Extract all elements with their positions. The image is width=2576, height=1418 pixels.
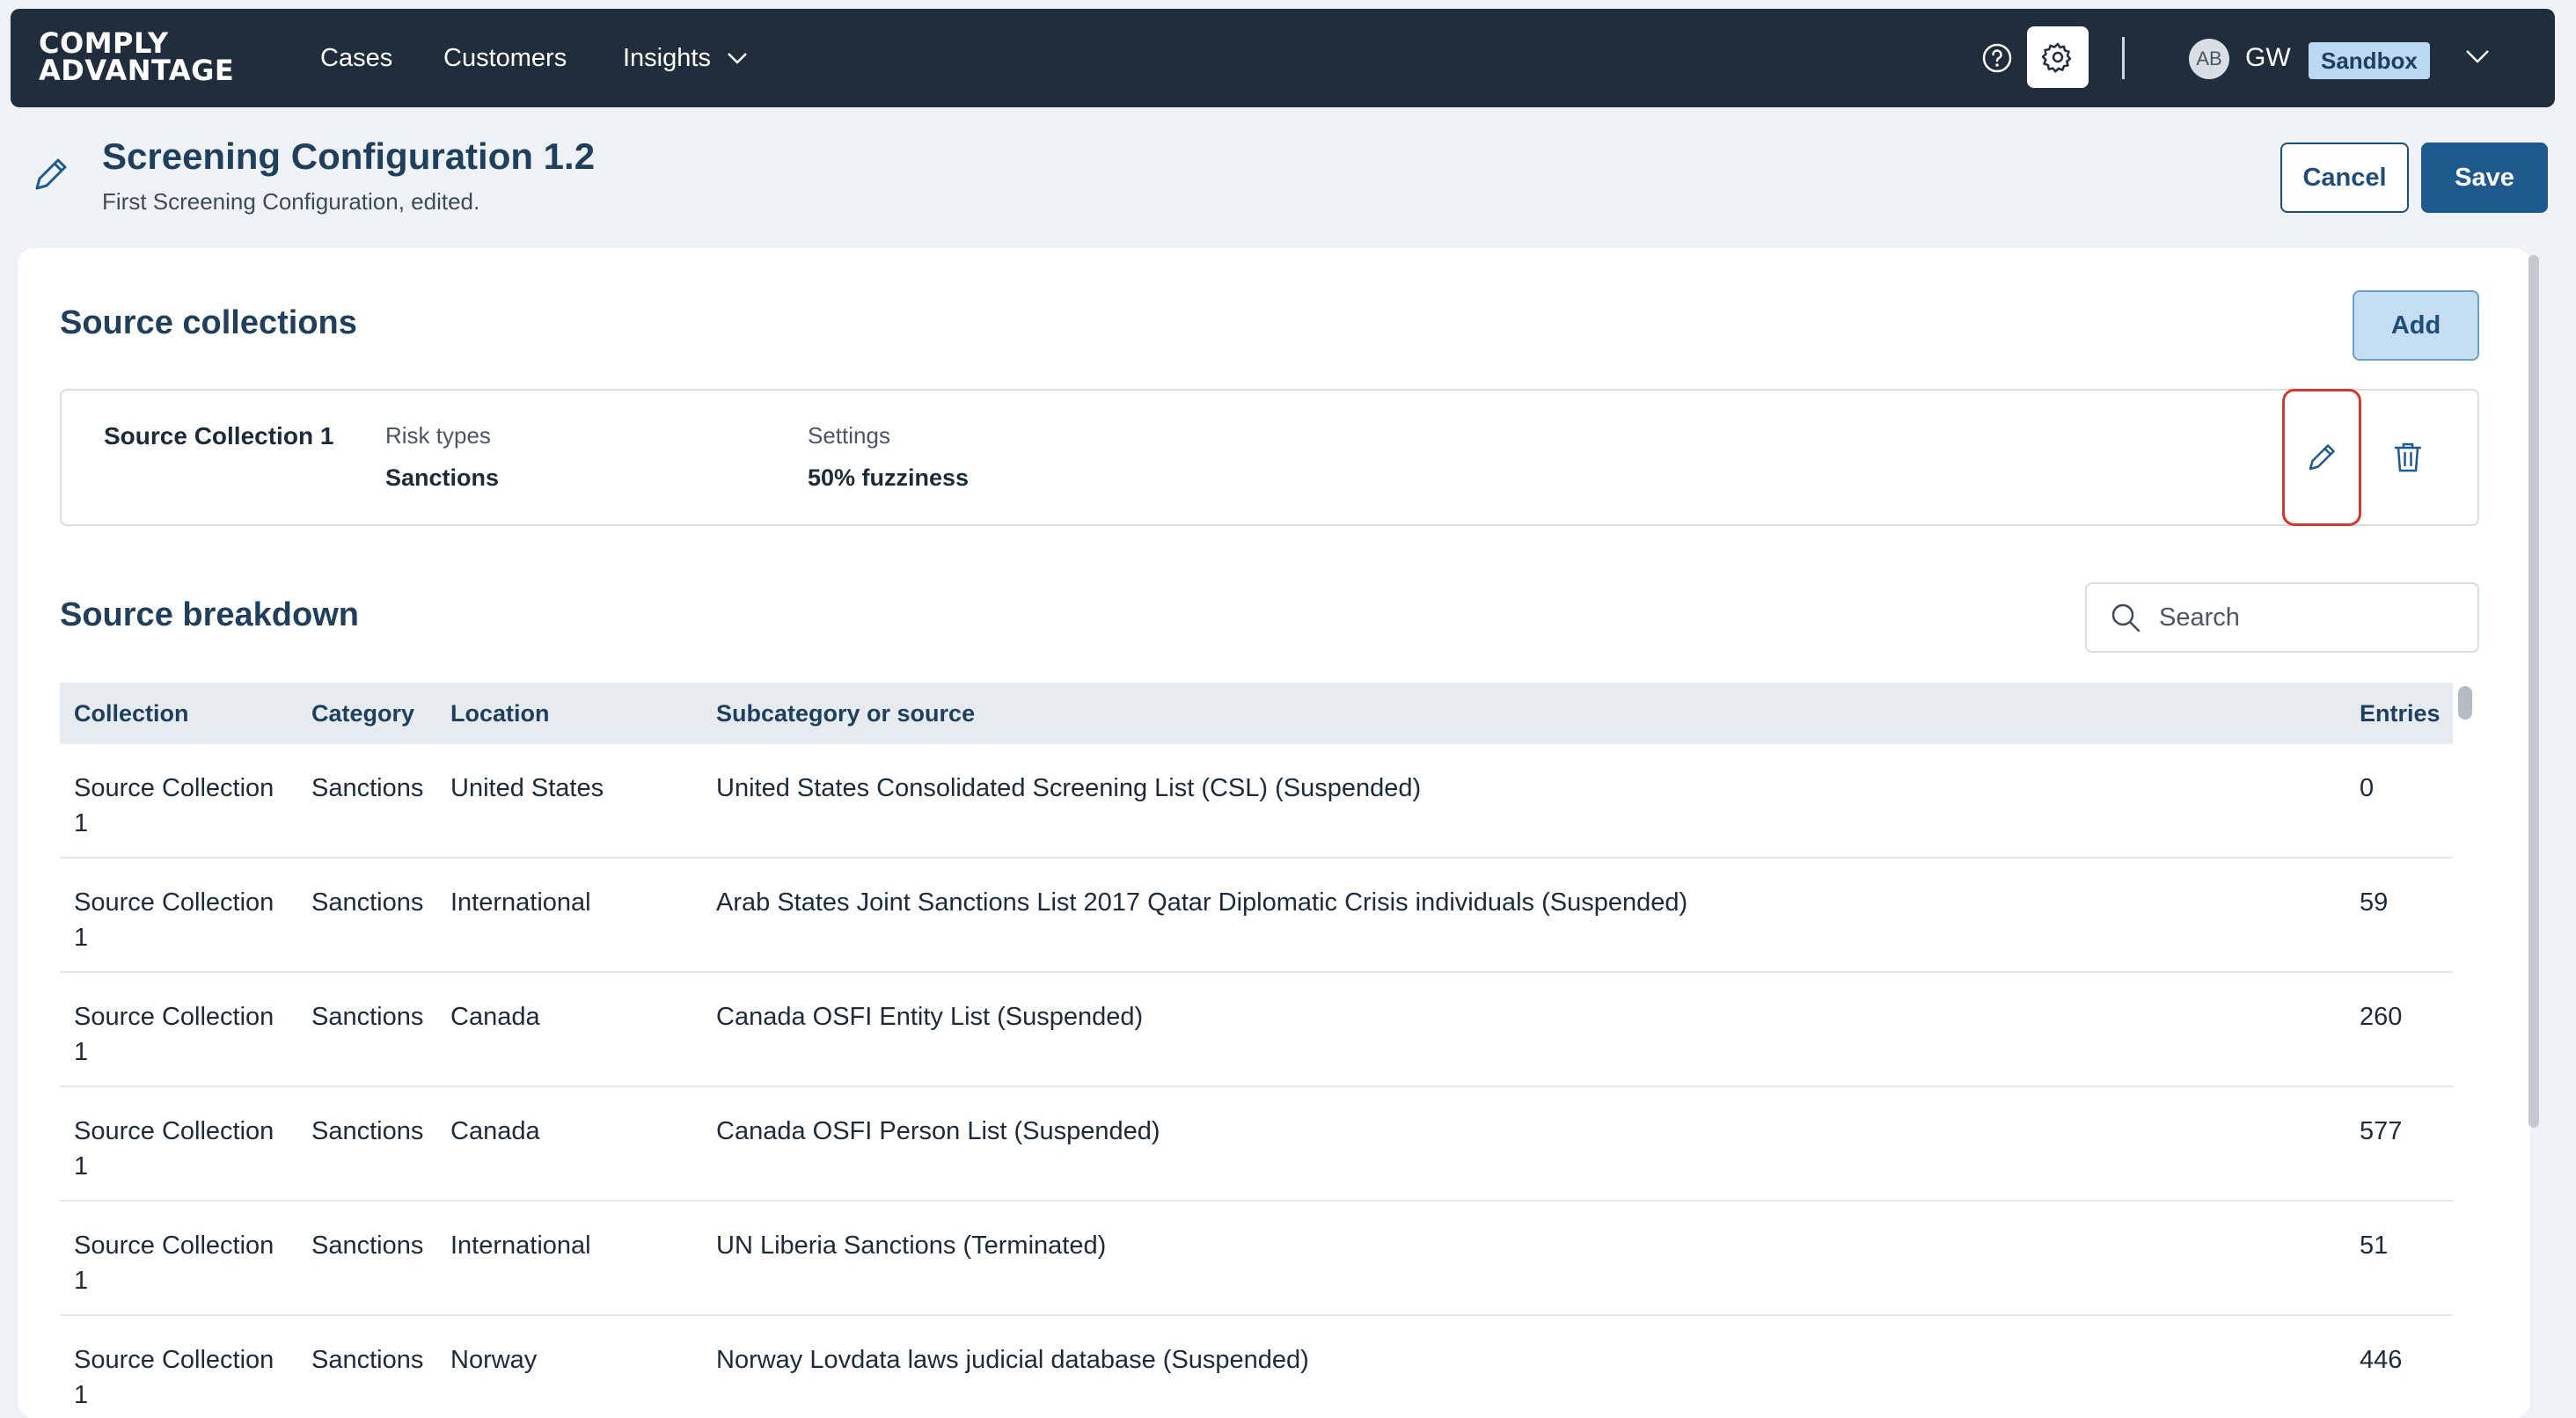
environment-badge: Sandbox bbox=[2309, 42, 2430, 79]
risk-types-value: Sanctions bbox=[385, 464, 500, 491]
chevron-down-icon bbox=[2466, 50, 2489, 63]
cell-subcategory: Norway Lovdata laws judicial database (S… bbox=[716, 1346, 1309, 1374]
table-row[interactable]: Source Collection 1 Sanctions Norway Nor… bbox=[60, 1316, 2453, 1404]
cell-category: Sanctions bbox=[311, 1346, 424, 1374]
table-row[interactable]: Source Collection 1 Sanctions Internatio… bbox=[60, 1202, 2453, 1316]
trash-icon bbox=[2394, 442, 2422, 472]
logo-line-2: ADVANTAGE bbox=[39, 54, 235, 87]
source-breakdown-title: Source breakdown bbox=[60, 596, 359, 633]
edit-collection-button[interactable] bbox=[2282, 389, 2361, 526]
pencil-icon bbox=[32, 155, 70, 198]
cell-entries: 51 bbox=[2360, 1232, 2389, 1260]
collection-name: Source Collection 1 bbox=[104, 422, 334, 450]
source-collection-card: Source Collection 1 Risk types Sanctions… bbox=[60, 389, 2479, 526]
cell-category: Sanctions bbox=[311, 1117, 424, 1145]
cell-collection: Source Collection 1 bbox=[74, 888, 274, 952]
nav-customers[interactable]: Customers bbox=[443, 9, 567, 107]
chevron-down-icon bbox=[728, 53, 747, 64]
user-menu-toggle[interactable] bbox=[2465, 49, 2490, 68]
source-collections-title: Source collections bbox=[60, 304, 357, 341]
source-breakdown-table: Collection Category Location Subcategory… bbox=[60, 683, 2453, 1404]
cell-location: Norway bbox=[450, 1346, 538, 1374]
cell-entries: 0 bbox=[2360, 774, 2375, 802]
cell-collection: Source Collection 1 bbox=[74, 1003, 274, 1066]
cell-subcategory: Arab States Joint Sanctions List 2017 Qa… bbox=[716, 888, 1688, 917]
column-header-collection[interactable]: Collection bbox=[74, 683, 311, 744]
cell-collection: Source Collection 1 bbox=[74, 1232, 274, 1295]
search-input[interactable] bbox=[2157, 602, 2456, 633]
column-header-subcategory[interactable]: Subcategory or source bbox=[716, 683, 2388, 744]
nav-divider bbox=[2122, 37, 2125, 79]
cell-location: United States bbox=[450, 774, 604, 802]
cell-category: Sanctions bbox=[311, 774, 424, 802]
user-initials[interactable]: GW bbox=[2245, 9, 2291, 107]
help-icon bbox=[1982, 43, 2012, 73]
table-header: Collection Category Location Subcategory… bbox=[60, 683, 2453, 744]
cell-collection: Source Collection 1 bbox=[74, 1346, 274, 1404]
cell-category: Sanctions bbox=[311, 1232, 424, 1260]
cell-category: Sanctions bbox=[311, 1003, 424, 1031]
logo[interactable]: COMPLY ADVANTAGE bbox=[39, 29, 235, 87]
cell-subcategory: Canada OSFI Person List (Suspended) bbox=[716, 1117, 1160, 1145]
page-subtitle: First Screening Configuration, edited. bbox=[102, 188, 480, 215]
avatar[interactable]: AB bbox=[2189, 39, 2229, 79]
table-row[interactable]: Source Collection 1 Sanctions United Sta… bbox=[60, 744, 2453, 859]
cell-subcategory: Canada OSFI Entity List (Suspended) bbox=[716, 1003, 1144, 1031]
save-button[interactable]: Save bbox=[2421, 143, 2548, 213]
nav-insights[interactable]: Insights bbox=[623, 9, 748, 107]
cell-subcategory: United States Consolidated Screening Lis… bbox=[716, 774, 1422, 802]
table-row[interactable]: Source Collection 1 Sanctions Internatio… bbox=[60, 859, 2453, 973]
search-icon bbox=[2111, 603, 2141, 632]
cell-collection: Source Collection 1 bbox=[74, 774, 274, 837]
risk-types-label: Risk types bbox=[385, 422, 491, 449]
table-scrollbar[interactable] bbox=[2456, 683, 2476, 1404]
settings-button[interactable] bbox=[2027, 26, 2089, 88]
cell-category: Sanctions bbox=[311, 888, 424, 917]
cancel-button[interactable]: Cancel bbox=[2280, 143, 2409, 213]
cell-location: International bbox=[450, 1232, 591, 1260]
add-collection-button[interactable]: Add bbox=[2353, 290, 2479, 361]
table-row[interactable]: Source Collection 1 Sanctions Canada Can… bbox=[60, 1087, 2453, 1202]
top-nav: COMPLY ADVANTAGE Cases Customers Insight… bbox=[11, 9, 2555, 107]
gear-icon bbox=[2042, 42, 2072, 73]
pencil-icon bbox=[2309, 444, 2335, 471]
delete-collection-button[interactable] bbox=[2368, 391, 2448, 524]
cell-entries: 577 bbox=[2360, 1117, 2403, 1145]
cell-collection: Source Collection 1 bbox=[74, 1117, 274, 1180]
column-header-location[interactable]: Location bbox=[450, 683, 714, 744]
settings-value: 50% fuzziness bbox=[808, 464, 970, 491]
cell-location: Canada bbox=[450, 1003, 540, 1031]
table-scrollbar-thumb[interactable] bbox=[2458, 686, 2472, 720]
column-header-entries[interactable]: Entries bbox=[2360, 683, 2453, 744]
settings-label: Settings bbox=[808, 422, 890, 449]
nav-cases[interactable]: Cases bbox=[320, 9, 392, 107]
search-box[interactable] bbox=[2085, 582, 2479, 653]
cell-location: Canada bbox=[450, 1117, 540, 1145]
cell-location: International bbox=[450, 888, 591, 917]
nav-insights-label: Insights bbox=[623, 43, 711, 72]
column-header-category[interactable]: Category bbox=[311, 683, 452, 744]
help-button[interactable] bbox=[1978, 39, 2016, 77]
page-scrollbar[interactable] bbox=[2528, 255, 2539, 1128]
table-row[interactable]: Source Collection 1 Sanctions Canada Can… bbox=[60, 973, 2453, 1087]
cell-subcategory: UN Liberia Sanctions (Terminated) bbox=[716, 1232, 1107, 1260]
cell-entries: 260 bbox=[2360, 1003, 2403, 1031]
cell-entries: 446 bbox=[2360, 1346, 2403, 1374]
page-title: Screening Configuration 1.2 bbox=[102, 135, 596, 177]
cell-entries: 59 bbox=[2360, 888, 2389, 917]
